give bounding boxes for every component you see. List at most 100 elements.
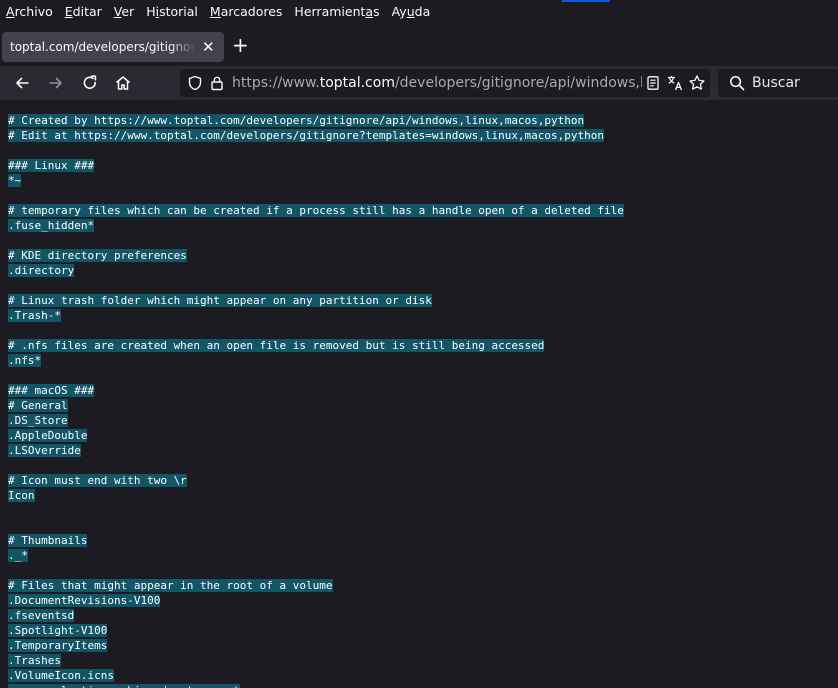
text-line: *~ [8,173,838,188]
tab-title: toptal.com/developers/gitignore/api/wind… [10,40,196,54]
text-line: .LSOverride [8,443,838,458]
text-line-content: # Thumbnails [8,534,88,547]
text-line [8,323,838,338]
menu-item-ver[interactable]: Ver [114,4,134,19]
text-line: .AppleDouble [8,428,838,443]
text-line [8,563,838,578]
reader-mode-icon[interactable] [644,74,662,92]
text-line: # Created by https://www.toptal.com/deve… [8,113,838,128]
url-prefix: https://www. [232,75,320,91]
page-content: # Created by https://www.toptal.com/deve… [0,100,838,688]
text-line-content: ### Linux ### [8,159,95,172]
home-icon[interactable] [113,73,133,93]
text-line-content: .com.apple.timemachine.donotpresent [8,684,240,688]
text-line [8,143,838,158]
text-line: .com.apple.timemachine.donotpresent [8,683,838,688]
text-line-content: .directory [8,264,75,277]
text-line: .fseventsd [8,608,838,623]
text-line-content: # Icon must end with two \r [8,474,187,487]
text-line-content: # Created by https://www.toptal.com/deve… [8,114,585,127]
text-line-content: .DocumentRevisions-V100 [8,594,161,607]
text-line-content: # Files that might appear in the root of… [8,579,333,592]
tab-strip: toptal.com/developers/gitignore/api/wind… [0,22,838,66]
reload-icon[interactable] [80,73,100,93]
text-line-content: Icon [8,489,35,502]
text-line: # Edit at https://www.toptal.com/develop… [8,128,838,143]
text-line: # General [8,398,838,413]
shield-icon[interactable] [186,74,204,92]
text-line-content: # Edit at https://www.toptal.com/develop… [8,129,605,142]
text-line-content: .Trash-* [8,309,61,322]
text-line: .directory [8,263,838,278]
text-line-content: .VolumeIcon.icns [8,669,114,682]
text-line-content: # Linux trash folder which might appear … [8,294,432,307]
url-text[interactable]: https://www.toptal.com/developers/gitign… [232,69,642,97]
text-line: .TemporaryItems [8,638,838,653]
navigation-toolbar: https://www.toptal.com/developers/gitign… [0,66,838,100]
search-placeholder: Buscar [752,75,800,91]
text-line-content: .fuse_hidden* [8,219,95,232]
text-line: # Linux trash folder which might appear … [8,293,838,308]
url-host: toptal.com [319,75,395,91]
text-line-content: ._* [8,549,28,562]
new-tab-icon[interactable]: + [232,35,249,55]
text-line-content: # General [8,399,68,412]
bookmark-star-icon[interactable] [688,74,706,92]
text-line: ### macOS ### [8,383,838,398]
text-line [8,368,838,383]
menu-item-archivo[interactable]: Archivo [6,4,53,19]
text-line-content: # temporary files which can be created i… [8,204,624,217]
text-line-content: *~ [8,174,22,187]
text-line-content: # .nfs files are created when an open fi… [8,339,545,352]
search-bar[interactable]: Buscar [718,69,838,97]
menu-item-herramientas[interactable]: Herramientas [294,4,379,19]
tab-close-icon[interactable]: ✕ [202,39,215,55]
text-line: # .nfs files are created when an open fi… [8,338,838,353]
menu-bar: Archivo Editar Ver Historial Marcadores Herra… [0,0,838,22]
text-line: ### Linux ### [8,158,838,173]
menu-item-historial[interactable]: Historial [146,4,198,19]
url-bar[interactable]: https://www.toptal.com/developers/gitign… [180,69,710,97]
back-arrow-icon[interactable] [12,73,32,93]
gitignore-text[interactable]: # Created by https://www.toptal.com/deve… [0,100,838,688]
text-line-content: # KDE directory preferences [8,249,187,262]
text-line-content: .DS_Store [8,414,68,427]
text-line [8,278,838,293]
text-line: ._* [8,548,838,563]
text-line-content: .TemporaryItems [8,639,108,652]
text-line [8,503,838,518]
lock-icon[interactable] [208,74,226,92]
text-line-content: .AppleDouble [8,429,88,442]
text-line: .DocumentRevisions-V100 [8,593,838,608]
text-line: # temporary files which can be created i… [8,203,838,218]
translate-icon[interactable] [666,74,684,92]
text-line: .Trash-* [8,308,838,323]
text-line: # Thumbnails [8,533,838,548]
menu-item-marcadores[interactable]: Marcadores [210,4,283,19]
text-line: .nfs* [8,353,838,368]
url-path: /developers/gitignore/api/windows,linux,… [394,75,642,91]
text-line-content: .nfs* [8,354,42,367]
text-line [8,188,838,203]
text-line-content: .fseventsd [8,609,75,622]
forward-arrow-icon[interactable] [46,73,66,93]
text-line [8,458,838,473]
text-line: .VolumeIcon.icns [8,668,838,683]
tab-active[interactable]: toptal.com/developers/gitignore/api/wind… [2,32,224,62]
text-line: .Trashes [8,653,838,668]
text-line-content: .Spotlight-V100 [8,624,108,637]
text-line [8,518,838,533]
text-line: .Spotlight-V100 [8,623,838,638]
menu-item-editar[interactable]: Editar [65,4,102,19]
text-line-content: .LSOverride [8,444,81,457]
text-line: .DS_Store [8,413,838,428]
accent-strip [562,0,610,2]
text-line: # Icon must end with two \r [8,473,838,488]
text-line-content: .Trashes [8,654,61,667]
text-line-content: ### macOS ### [8,384,95,397]
text-line: .fuse_hidden* [8,218,838,233]
search-icon [728,74,746,92]
menu-item-ayuda[interactable]: Ayuda [392,4,431,19]
text-line: Icon [8,488,838,503]
text-line: # KDE directory preferences [8,248,838,263]
